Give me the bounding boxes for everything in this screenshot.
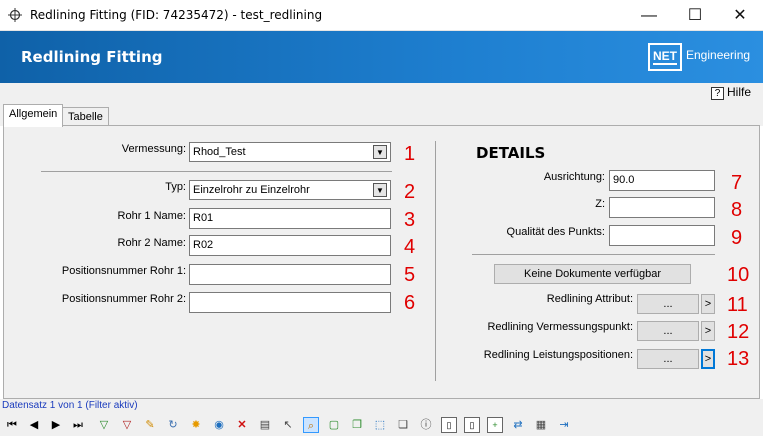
- z-input[interactable]: [609, 197, 715, 218]
- rohr1-name-input[interactable]: R01: [189, 208, 391, 229]
- marker-9: 9: [731, 227, 743, 249]
- minimize-button[interactable]: —: [626, 0, 672, 31]
- bottom-toolbar: ⏮ ◀ ▶ ⏭ ▽ ▽ ✎ ↻ ✸ ◉ ✕ ▤ ↖ ⌕ ▢ ❐ ⬚ ❏ ⓘ ▯ …: [0, 413, 763, 436]
- help-bar: ? Hilfe: [0, 83, 763, 103]
- print-icon[interactable]: ▤: [257, 417, 273, 433]
- vermessung-value: Rhod_Test: [193, 146, 246, 158]
- dropdown-arrow-icon: ▼: [373, 145, 387, 159]
- rohr1-name-label: Rohr 1 Name:: [117, 210, 186, 222]
- info-icon[interactable]: ⓘ: [418, 417, 434, 433]
- tab-strip: Allgemein Tabelle: [0, 103, 763, 127]
- z-label: Z:: [595, 198, 605, 210]
- redlining-vermessungspunkt-button[interactable]: ...: [637, 321, 699, 341]
- rohr2-name-label: Rohr 2 Name:: [117, 237, 186, 249]
- marker-4: 4: [404, 236, 416, 258]
- positionsnummer-rohr2-label: Positionsnummer Rohr 2:: [61, 293, 186, 305]
- globe-icon[interactable]: ◉: [211, 417, 227, 433]
- redlining-leistungspositionen-label: Redlining Leistungspositionen:: [483, 349, 633, 361]
- window-title: Redlining Fitting (FID: 74235472) - test…: [30, 8, 323, 22]
- vermessung-label: Vermessung:: [121, 143, 186, 155]
- ausrichtung-label: Ausrichtung:: [543, 171, 605, 183]
- keine-dokumente-button[interactable]: Keine Dokumente verfügbar: [494, 264, 691, 284]
- logo-mark: NET: [648, 43, 682, 71]
- dropdown-arrow-icon: ▼: [373, 183, 387, 197]
- tab-tabelle[interactable]: Tabelle: [62, 107, 109, 127]
- marker-5: 5: [404, 264, 416, 286]
- positionsnummer-rohr1-input[interactable]: [189, 264, 391, 285]
- ausrichtung-input[interactable]: 90.0: [609, 170, 715, 191]
- help-icon: ?: [710, 87, 724, 100]
- last-record-icon[interactable]: ⏭: [70, 417, 86, 433]
- marker-8: 8: [731, 199, 743, 221]
- add-image-icon[interactable]: +: [487, 417, 503, 433]
- attachment-icon[interactable]: ▯: [441, 417, 457, 433]
- document-icon[interactable]: ▯: [464, 417, 480, 433]
- redlining-attribut-button[interactable]: ...: [637, 294, 699, 314]
- exit-icon[interactable]: ⇥: [556, 417, 572, 433]
- first-record-icon[interactable]: ⏮: [4, 417, 20, 433]
- marker-10: 10: [727, 264, 750, 286]
- status-bar: Datensatz 1 von 1 (Filter aktiv): [0, 399, 763, 413]
- rohr2-name-input[interactable]: R02: [189, 235, 391, 256]
- filter-icon[interactable]: ▽: [119, 417, 135, 433]
- typ-value: Einzelrohr zu Einzelrohr: [193, 184, 310, 196]
- highlight-icon[interactable]: ✸: [188, 417, 204, 433]
- header-banner: Redlining Fitting NET Engineering: [0, 31, 763, 83]
- marker-6: 6: [404, 292, 416, 314]
- refresh-icon[interactable]: ↻: [165, 417, 181, 433]
- redlining-vermessungspunkt-arrow-button[interactable]: >: [701, 321, 715, 341]
- divider: [472, 254, 715, 255]
- edit-icon[interactable]: ✎: [142, 417, 158, 433]
- marker-13: 13: [727, 348, 750, 370]
- typ-dropdown[interactable]: Einzelrohr zu Einzelrohr ▼: [189, 180, 391, 200]
- positionsnummer-rohr1-label: Positionsnummer Rohr 1:: [61, 265, 186, 277]
- tab-allgemein[interactable]: Allgemein: [3, 104, 64, 127]
- details-heading: DETAILS: [476, 144, 546, 162]
- banner-title: Redlining Fitting: [21, 48, 163, 66]
- marker-7: 7: [731, 172, 743, 194]
- window-titlebar: Redlining Fitting (FID: 74235472) - test…: [0, 0, 763, 31]
- marker-1: 1: [404, 143, 416, 165]
- marker-11: 11: [727, 294, 748, 316]
- duplicate-icon[interactable]: ❏: [395, 417, 411, 433]
- redlining-leistungspositionen-button[interactable]: ...: [637, 349, 699, 369]
- close-button[interactable]: ✕: [717, 0, 763, 31]
- maximize-button[interactable]: ☐: [672, 0, 718, 31]
- zoom-icon[interactable]: ⌕: [303, 417, 319, 433]
- help-link[interactable]: ? Hilfe: [710, 85, 751, 100]
- divider: [41, 171, 392, 172]
- typ-label: Typ:: [165, 181, 186, 193]
- marker-3: 3: [404, 209, 416, 231]
- prev-record-icon[interactable]: ◀: [26, 417, 42, 433]
- split-icon[interactable]: ⇄: [510, 417, 526, 433]
- copy-icon[interactable]: ❐: [349, 417, 365, 433]
- positionsnummer-rohr2-input[interactable]: [189, 292, 391, 313]
- qualitaet-input[interactable]: [609, 225, 715, 246]
- select-icon[interactable]: ↖: [280, 417, 296, 433]
- layer-icon[interactable]: ▢: [326, 417, 342, 433]
- record-status: Datensatz 1 von 1 (Filter aktiv): [2, 400, 138, 411]
- select-box-icon[interactable]: ⬚: [372, 417, 388, 433]
- logo-text: Engineering: [686, 48, 751, 62]
- marker-2: 2: [404, 181, 416, 203]
- delete-icon[interactable]: ✕: [234, 417, 250, 433]
- redlining-leistungspositionen-arrow-button[interactable]: >: [701, 349, 715, 369]
- qualitaet-label: Qualität des Punkts:: [506, 226, 605, 238]
- app-crosshair-icon: [8, 8, 22, 22]
- help-label: Hilfe: [726, 85, 751, 99]
- vermessung-dropdown[interactable]: Rhod_Test ▼: [189, 142, 391, 162]
- column-divider: [435, 141, 436, 381]
- table-icon[interactable]: ▦: [533, 417, 549, 433]
- redlining-attribut-arrow-button[interactable]: >: [701, 294, 715, 314]
- next-record-icon[interactable]: ▶: [48, 417, 64, 433]
- add-filter-icon[interactable]: ▽: [96, 417, 112, 433]
- redlining-attribut-label: Redlining Attribut:: [546, 293, 633, 305]
- redlining-vermessungspunkt-label: Redlining Vermessungspunkt:: [487, 321, 633, 333]
- form-panel: Vermessung: Rhod_Test ▼ 1 Typ: Einzelroh…: [3, 125, 760, 399]
- marker-12: 12: [727, 321, 750, 343]
